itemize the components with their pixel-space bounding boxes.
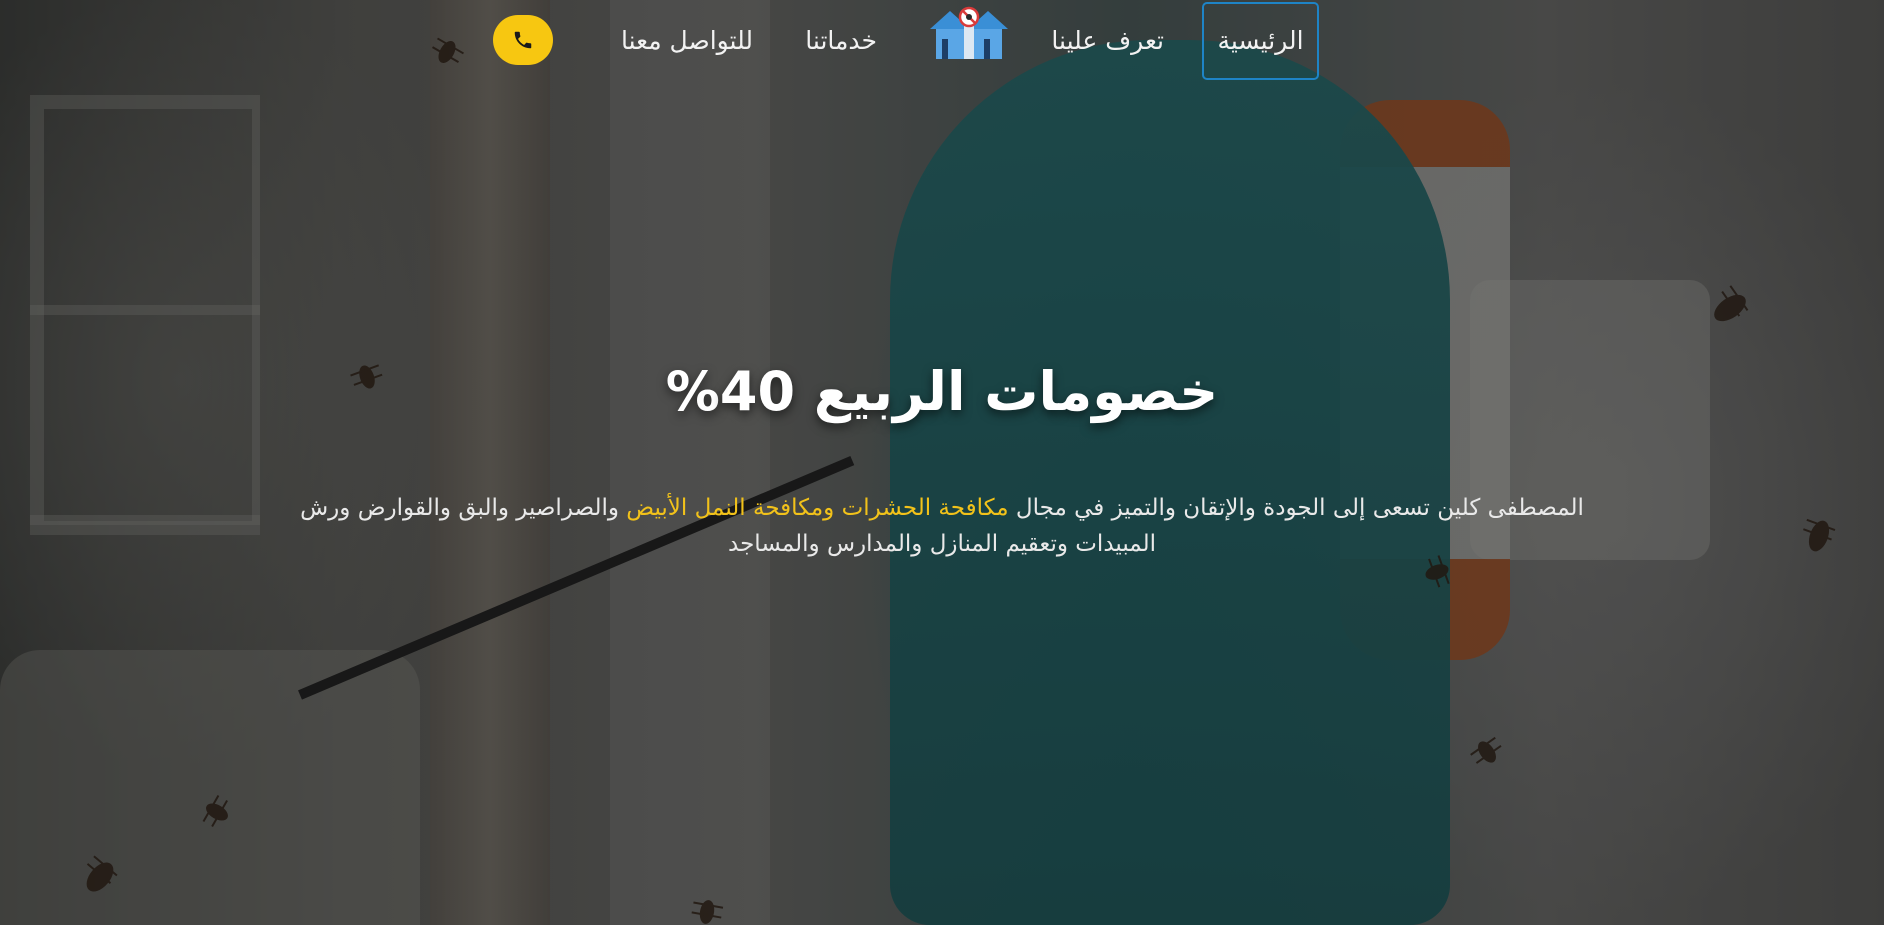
hero-headline: خصومات الربيع 40%: [665, 360, 1219, 423]
nav-link-about[interactable]: تعرف علينا: [1051, 2, 1164, 80]
hero-section: الرئيسية تعرف علينا خدماتنا للتواصل معنا…: [0, 0, 1884, 925]
hero-description-start: المصطفى كلين تسعى إلى الجودة والإتقان وا…: [1008, 495, 1584, 521]
nav-link-home[interactable]: الرئيسية: [1202, 2, 1319, 80]
nav-link-services[interactable]: خدماتنا: [805, 2, 877, 80]
dark-overlay: [0, 0, 1884, 925]
site-logo[interactable]: [928, 5, 1010, 60]
phone-icon: [514, 31, 532, 49]
call-button[interactable]: [493, 15, 553, 65]
hero-description-highlight: مكافحة الحشرات ومكافحة النمل الأبيض: [626, 495, 1009, 521]
house-pest-control-logo-icon: [930, 6, 1008, 59]
nav-link-contact[interactable]: للتواصل معنا: [621, 2, 753, 80]
hero-description: المصطفى كلين تسعى إلى الجودة والإتقان وا…: [280, 490, 1604, 562]
